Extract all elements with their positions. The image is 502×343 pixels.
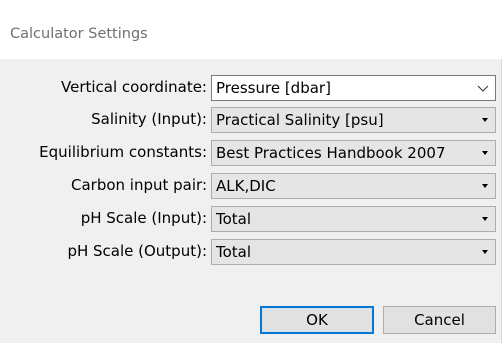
dropdown-arrow-icon [482, 217, 488, 221]
carbon-input-pair-select[interactable]: ALK,DIC [211, 173, 496, 199]
carbon-input-pair-label: Carbon input pair: [71, 176, 207, 194]
salinity-input-select[interactable]: Practical Salinity [psu] [211, 107, 496, 133]
vertical-coordinate-row: Vertical coordinate: Pressure [dbar] [0, 75, 502, 101]
ok-button[interactable]: OK [260, 306, 374, 334]
ph-scale-input-value: Total [216, 210, 252, 228]
ph-scale-output-label: pH Scale (Output): [67, 242, 207, 260]
dialog-title: Calculator Settings [10, 26, 148, 42]
ph-scale-output-value: Total [216, 243, 252, 261]
salinity-input-row: Salinity (Input): Practical Salinity [ps… [0, 107, 502, 133]
ph-scale-input-select[interactable]: Total [211, 206, 496, 232]
vertical-coordinate-label: Vertical coordinate: [61, 78, 207, 96]
calculator-settings-dialog: Calculator Settings Vertical coordinate:… [0, 0, 502, 343]
ph-scale-input-label: pH Scale (Input): [80, 209, 207, 227]
ph-scale-output-row: pH Scale (Output): Total [0, 239, 502, 265]
carbon-input-pair-value: ALK,DIC [216, 177, 276, 195]
equilibrium-constants-row: Equilibrium constants: Best Practices Ha… [0, 140, 502, 166]
dropdown-arrow-icon [482, 250, 488, 254]
title-bar: Calculator Settings [0, 0, 502, 59]
chevron-down-icon [477, 85, 489, 92]
salinity-input-value: Practical Salinity [psu] [216, 111, 384, 129]
ph-scale-input-row: pH Scale (Input): Total [0, 206, 502, 232]
vertical-coordinate-select[interactable]: Pressure [dbar] [211, 75, 496, 101]
dropdown-arrow-icon [482, 118, 488, 122]
dropdown-arrow-icon [482, 151, 488, 155]
salinity-input-label: Salinity (Input): [91, 110, 207, 128]
vertical-coordinate-value: Pressure [dbar] [216, 79, 331, 97]
equilibrium-constants-value: Best Practices Handbook 2007 [216, 144, 446, 162]
cancel-button[interactable]: Cancel [383, 306, 496, 334]
dropdown-arrow-icon [482, 184, 488, 188]
equilibrium-constants-select[interactable]: Best Practices Handbook 2007 [211, 140, 496, 166]
carbon-input-pair-row: Carbon input pair: ALK,DIC [0, 173, 502, 199]
equilibrium-constants-label: Equilibrium constants: [39, 143, 207, 161]
ph-scale-output-select[interactable]: Total [211, 239, 496, 265]
